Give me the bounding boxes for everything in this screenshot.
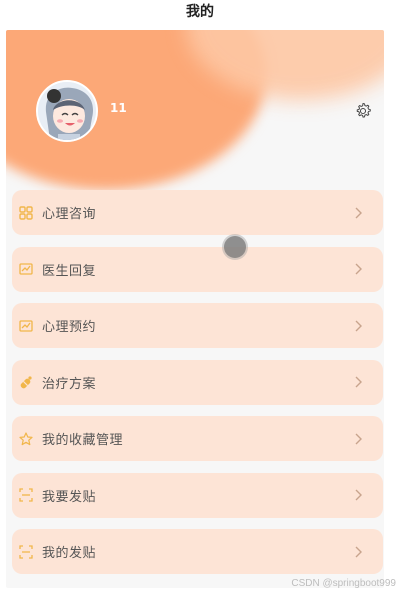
chevron-right-icon [353,319,363,333]
page-title: 我的 [186,4,214,20]
menu-item-treatment-plan[interactable]: 治疗方案 [12,359,383,405]
chevron-right-icon [353,488,363,502]
menu-item-label: 心理预约 [42,320,97,335]
menu-item-doctor-reply[interactable]: 医生回复 [12,246,383,292]
chevron-right-icon [353,375,363,389]
chart-icon [19,262,33,276]
pill-icon [19,375,33,389]
menu-item-label: 我的收藏管理 [42,433,124,448]
chevron-right-icon [353,432,363,446]
floating-touch-dot[interactable] [224,236,246,258]
chevron-right-icon [353,262,363,276]
chevron-right-icon [353,206,363,220]
chart-icon [19,319,33,333]
menu-item-create-post[interactable]: 我要发贴 [12,472,383,518]
menu-item-favorites[interactable]: 我的收藏管理 [12,416,383,461]
menu-list: 心理咨询 医生回复 心理预约 治疗方案 我的收藏管理 我要发贴 我的发贴 [12,190,383,586]
watermark: CSDN @springboot999 [291,578,396,589]
profile-panel: 11 心理咨询 医生回复 心理预约 治疗方案 我的收藏管理 我要发贴 我的发贴 [6,30,384,588]
username: 11 [110,101,127,115]
scan-icon [19,544,33,559]
menu-item-label: 心理咨询 [42,207,97,222]
menu-item-label: 我的发贴 [42,546,97,561]
menu-item-my-posts[interactable]: 我的发贴 [12,529,383,574]
scan-icon [19,488,33,502]
menu-item-appointment[interactable]: 心理预约 [12,303,383,348]
menu-item-label: 我要发贴 [42,489,97,505]
chevron-right-icon [353,545,363,559]
star-icon [19,431,33,446]
menu-item-consultation[interactable]: 心理咨询 [12,190,383,235]
settings-gear-icon[interactable] [354,102,372,120]
menu-item-label: 医生回复 [42,263,97,279]
grid-icon [19,205,33,220]
menu-item-label: 治疗方案 [42,376,97,392]
avatar[interactable] [36,80,98,142]
